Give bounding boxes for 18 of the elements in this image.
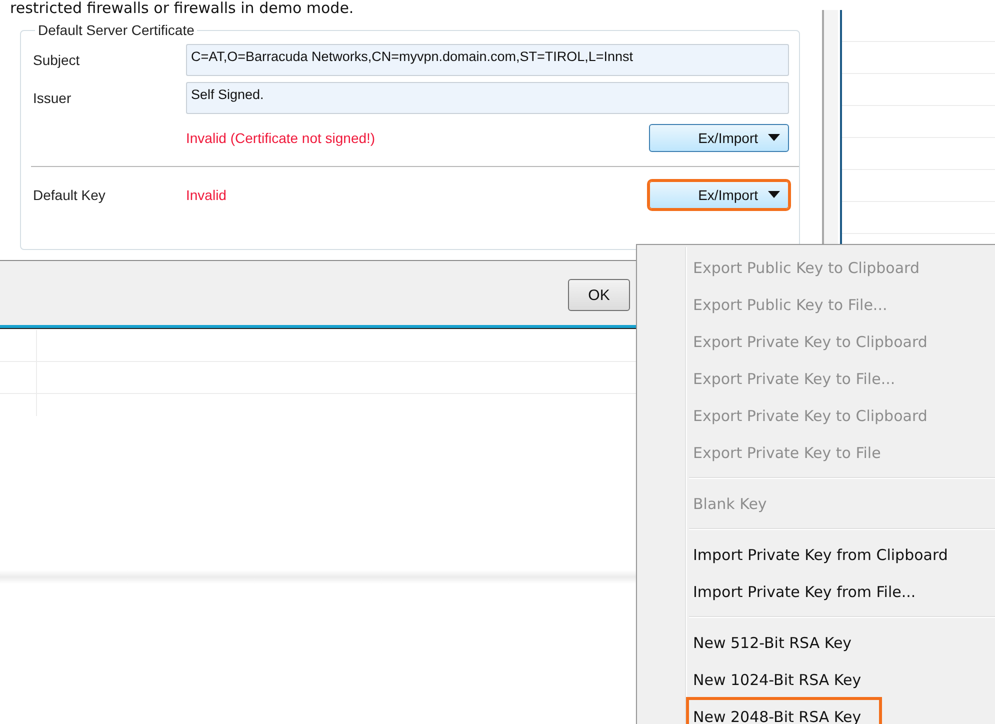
menu-item[interactable]: Import Private Key from File... xyxy=(687,573,936,610)
certificate-ex-import-button[interactable]: Ex/Import xyxy=(649,124,789,152)
key-status: Invalid xyxy=(186,187,228,203)
ok-button[interactable]: OK xyxy=(568,279,630,311)
certificate-status: Invalid (Certificate not signed!) xyxy=(186,130,376,146)
menu-item[interactable]: New 1024-Bit RSA Key xyxy=(687,661,882,698)
caret-icon xyxy=(768,191,780,199)
key-ex-import-button[interactable]: Ex/Import xyxy=(649,181,789,209)
key-label: Default Key xyxy=(33,187,106,203)
field-label: Issuer xyxy=(33,90,72,106)
group-title: Default Server Certificate xyxy=(37,22,196,38)
menu-item[interactable]: Import Private Key from Clipboard xyxy=(687,536,968,573)
caret-icon xyxy=(768,134,780,142)
text-field[interactable]: C=AT,O=Barracuda Networks,CN=myvpn.domain.com,ST=TIROL,L=Innst xyxy=(186,44,789,76)
intro-text: restricted firewalls or firewalls in demo mode. xyxy=(9,0,355,18)
field-label: Subject xyxy=(33,52,80,68)
menu-item[interactable]: New 512-Bit RSA Key xyxy=(687,624,872,661)
text-field[interactable]: Self Signed. xyxy=(186,82,789,114)
